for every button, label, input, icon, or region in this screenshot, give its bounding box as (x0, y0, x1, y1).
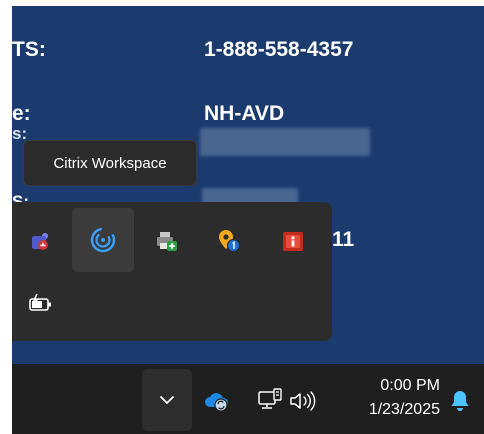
chevron-down-icon (159, 395, 175, 405)
info-value-phone: 1-888-558-4357 (204, 38, 354, 61)
citrix-tooltip: Citrix Workspace (23, 140, 197, 186)
network-icon[interactable] (254, 384, 286, 416)
location-alert-icon[interactable] (198, 209, 260, 273)
show-hidden-icons-button[interactable] (142, 369, 192, 431)
printer-add-icon[interactable] (136, 209, 198, 273)
onedrive-sync-icon[interactable] (200, 384, 234, 418)
redacted-value (200, 128, 370, 156)
notification-bell-icon[interactable] (446, 386, 474, 416)
taskbar-clock[interactable]: 0:00 PM 1/23/2025 (338, 374, 440, 422)
tray-overflow-flyout (12, 202, 332, 341)
red-info-app-icon[interactable] (262, 209, 324, 273)
teams-icon[interactable] (10, 209, 72, 273)
clock-time: 0:00 PM (380, 377, 440, 394)
volume-icon[interactable] (286, 386, 320, 416)
info-value-host: NH-AVD (204, 102, 285, 125)
clock-date: 1/23/2025 (368, 401, 440, 418)
citrix-workspace-icon[interactable] (72, 208, 134, 272)
info-value-fragment: 11 (332, 228, 355, 251)
battery-charging-icon[interactable] (10, 272, 72, 336)
info-label-name: e: (12, 102, 31, 125)
info-label-ts: TS: (12, 38, 46, 61)
